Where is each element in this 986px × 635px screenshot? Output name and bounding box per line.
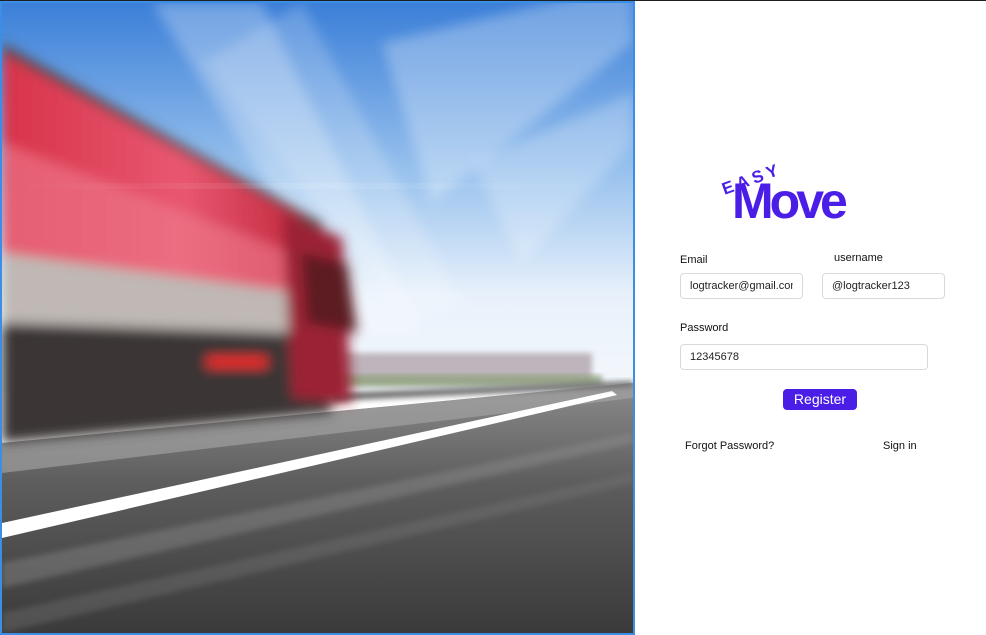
- register-panel: [637, 1, 986, 635]
- password-field[interactable]: [680, 344, 928, 370]
- password-label: Password: [680, 322, 729, 334]
- register-button[interactable]: Register: [783, 389, 857, 410]
- sign-in-link[interactable]: Sign in: [883, 440, 917, 452]
- easy-move-logo: EASY Move: [712, 146, 867, 229]
- username-label: username: [834, 252, 883, 264]
- email-field[interactable]: [680, 273, 803, 299]
- hero-image: [0, 1, 635, 635]
- username-field[interactable]: [822, 273, 945, 299]
- email-label: Email: [680, 254, 708, 266]
- logo-move-text: Move: [732, 173, 847, 224]
- truck-highway-illustration: [2, 3, 633, 633]
- forgot-password-link[interactable]: Forgot Password?: [685, 440, 774, 452]
